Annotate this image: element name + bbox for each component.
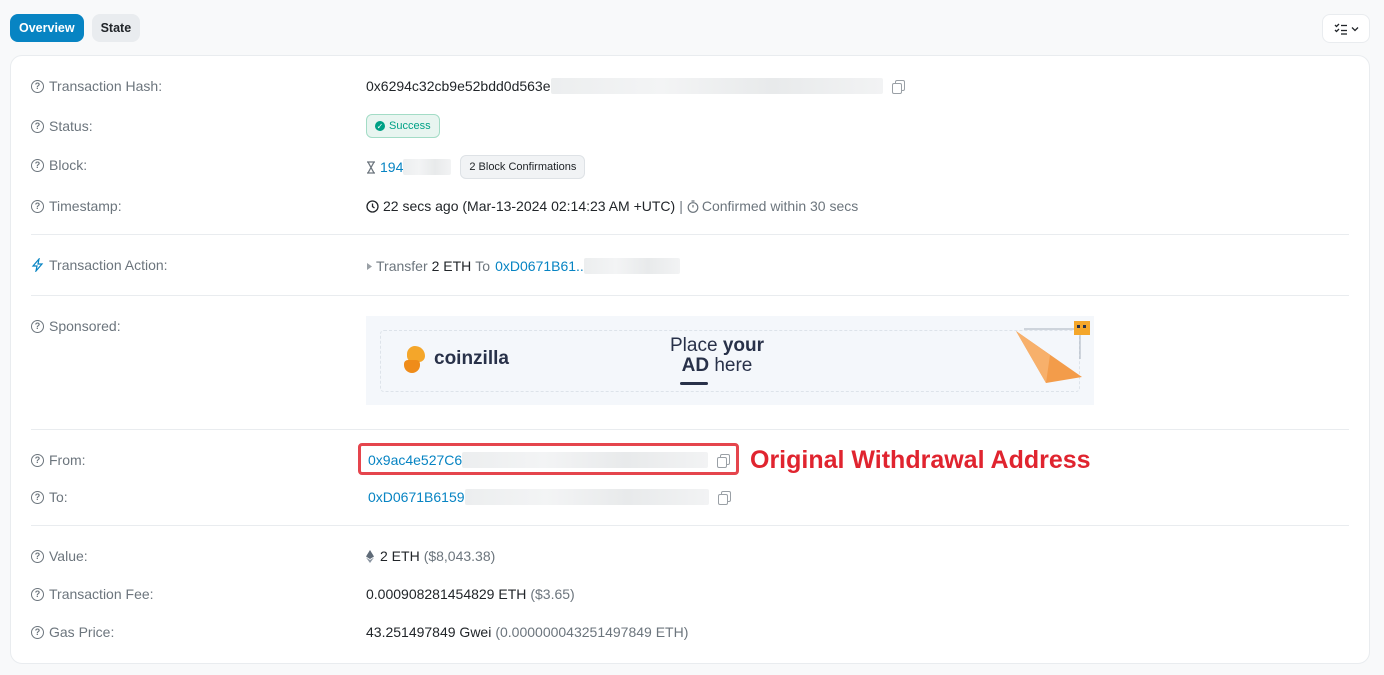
to-value-row: 0xD0671B6159 bbox=[368, 486, 731, 508]
value-value-row: 2 ETH ($8,043.38) bbox=[366, 545, 495, 567]
list-check-icon bbox=[1334, 23, 1347, 35]
from-label: From: bbox=[49, 452, 86, 468]
status-badge: ✓ Success bbox=[366, 114, 440, 138]
clock-icon bbox=[366, 199, 379, 213]
block-number-link[interactable]: 194 bbox=[380, 159, 403, 175]
to-address-link[interactable]: 0xD0671B6159 bbox=[368, 489, 465, 505]
action-address-link[interactable]: 0xD0671B61.. bbox=[495, 258, 584, 274]
copy-icon[interactable] bbox=[891, 79, 905, 94]
action-transfer: Transfer bbox=[376, 258, 428, 274]
question-circle-icon: ? bbox=[31, 199, 44, 213]
sponsored-ad-banner[interactable]: coinzilla Place your AD here bbox=[366, 316, 1094, 405]
gas-label: Gas Price: bbox=[49, 624, 115, 640]
value-usd: ($8,043.38) bbox=[423, 548, 496, 564]
question-circle-icon: ? bbox=[31, 587, 44, 601]
question-circle-icon: ? bbox=[31, 158, 44, 172]
coinzilla-brand: coinzilla bbox=[434, 348, 509, 369]
check-circle-icon: ✓ bbox=[375, 121, 385, 131]
to-label: To: bbox=[49, 489, 68, 505]
coinzilla-logo: coinzilla bbox=[402, 344, 509, 374]
divider bbox=[31, 295, 1349, 296]
value-label-row: ? Value: bbox=[31, 545, 88, 567]
ad-corner-graphic bbox=[1016, 321, 1090, 383]
action-label-row: Transaction Action: bbox=[31, 254, 168, 276]
redacted-region bbox=[464, 489, 709, 505]
ad-here: here bbox=[714, 355, 753, 376]
question-circle-icon: ? bbox=[31, 453, 44, 467]
action-to-word: To bbox=[475, 258, 491, 274]
from-label-row: ? From: bbox=[31, 449, 86, 471]
divider bbox=[31, 429, 1349, 430]
fee-label-row: ? Transaction Fee: bbox=[31, 583, 154, 605]
timestamp-separator: | bbox=[679, 198, 683, 214]
value-label: Value: bbox=[49, 548, 88, 564]
ethereum-icon bbox=[366, 549, 374, 563]
gas-eth: 0.000000043251497849 ETH) bbox=[500, 624, 689, 640]
ad-place: Place bbox=[670, 335, 718, 356]
fee-usd: ($3.65) bbox=[530, 586, 575, 602]
divider bbox=[31, 525, 1349, 526]
status-value-row: ✓ Success bbox=[366, 114, 440, 138]
tab-state[interactable]: State bbox=[91, 14, 141, 42]
redacted-region bbox=[583, 258, 680, 274]
question-circle-icon: ? bbox=[31, 625, 44, 639]
hourglass-icon bbox=[367, 160, 375, 174]
question-circle-icon: ? bbox=[31, 490, 44, 504]
action-amount: 2 ETH bbox=[431, 258, 472, 274]
tx-hash-value-row: 0x6294c32cb9e52bdd0d563e bbox=[366, 75, 905, 97]
chevron-down-icon bbox=[1351, 26, 1358, 31]
action-label: Transaction Action: bbox=[49, 257, 168, 273]
place-your-ad-text: Place your AD here bbox=[670, 335, 764, 385]
fee-value-row: 0.000908281454829 ETH ($3.65) bbox=[366, 583, 575, 605]
sponsored-label: Sponsored: bbox=[49, 318, 121, 334]
question-circle-icon: ? bbox=[31, 319, 44, 333]
block-label-row: ? Block: bbox=[31, 154, 87, 176]
tx-hash-value[interactable]: 0x6294c32cb9e52bdd0d563e bbox=[366, 78, 551, 94]
redacted-region bbox=[550, 78, 883, 94]
question-circle-icon: ? bbox=[31, 119, 44, 133]
action-value-row: Transfer 2 ETH To 0xD0671B61.. bbox=[366, 255, 680, 277]
fee-amount: 0.000908281454829 ETH bbox=[366, 586, 527, 602]
ad-your: your bbox=[722, 335, 764, 356]
copy-icon[interactable] bbox=[717, 490, 731, 505]
timestamp-value-row: 22 secs ago (Mar-13-2024 02:14:23 AM +UT… bbox=[366, 195, 858, 217]
status-label: Status: bbox=[49, 118, 93, 134]
view-options-button[interactable] bbox=[1322, 14, 1370, 43]
status-badge-text: Success bbox=[389, 120, 431, 132]
annotation-original-withdrawal: Original Withdrawal Address bbox=[750, 446, 1091, 474]
timestamp-label-row: ? Timestamp: bbox=[31, 195, 122, 217]
timestamp-label: Timestamp: bbox=[49, 198, 122, 214]
block-value-row: 194 2 Block Confirmations bbox=[366, 155, 586, 179]
confirmed-within: Confirmed within 30 secs bbox=[701, 198, 859, 214]
gas-gwei: 43.251497849 Gwei bbox=[366, 624, 492, 640]
question-circle-icon: ? bbox=[31, 79, 44, 93]
stopwatch-icon bbox=[687, 199, 699, 213]
caret-right-icon bbox=[367, 262, 372, 270]
ad-ad: AD bbox=[681, 355, 710, 376]
timestamp-value: 22 secs ago (Mar-13-2024 02:14:23 AM +UT… bbox=[383, 198, 676, 214]
block-confirmations-badge: 2 Block Confirmations bbox=[460, 155, 586, 179]
redacted-region bbox=[403, 159, 452, 175]
fee-label: Transaction Fee: bbox=[49, 586, 154, 602]
gas-value-row: 43.251497849 Gwei ( 0.000000043251497849… bbox=[366, 621, 688, 643]
tx-hash-label: Transaction Hash: bbox=[49, 78, 163, 94]
highlight-box bbox=[358, 443, 739, 475]
value-amount: 2 ETH bbox=[380, 548, 420, 564]
tab-bar: Overview State bbox=[10, 14, 141, 42]
to-label-row: ? To: bbox=[31, 486, 68, 508]
dino-mascot-icon bbox=[402, 344, 428, 374]
tx-hash-label-row: ? Transaction Hash: bbox=[31, 75, 162, 97]
gas-label-row: ? Gas Price: bbox=[31, 621, 114, 643]
lightning-icon bbox=[31, 258, 44, 272]
status-label-row: ? Status: bbox=[31, 115, 93, 137]
transaction-overview-card: ? Transaction Hash: 0x6294c32cb9e52bdd0d… bbox=[10, 55, 1370, 664]
divider bbox=[31, 234, 1349, 235]
sponsored-label-row: ? Sponsored: bbox=[31, 315, 121, 337]
block-label: Block: bbox=[49, 157, 88, 173]
question-circle-icon: ? bbox=[31, 549, 44, 563]
tab-overview[interactable]: Overview bbox=[10, 14, 84, 42]
ad-underline bbox=[680, 382, 708, 385]
